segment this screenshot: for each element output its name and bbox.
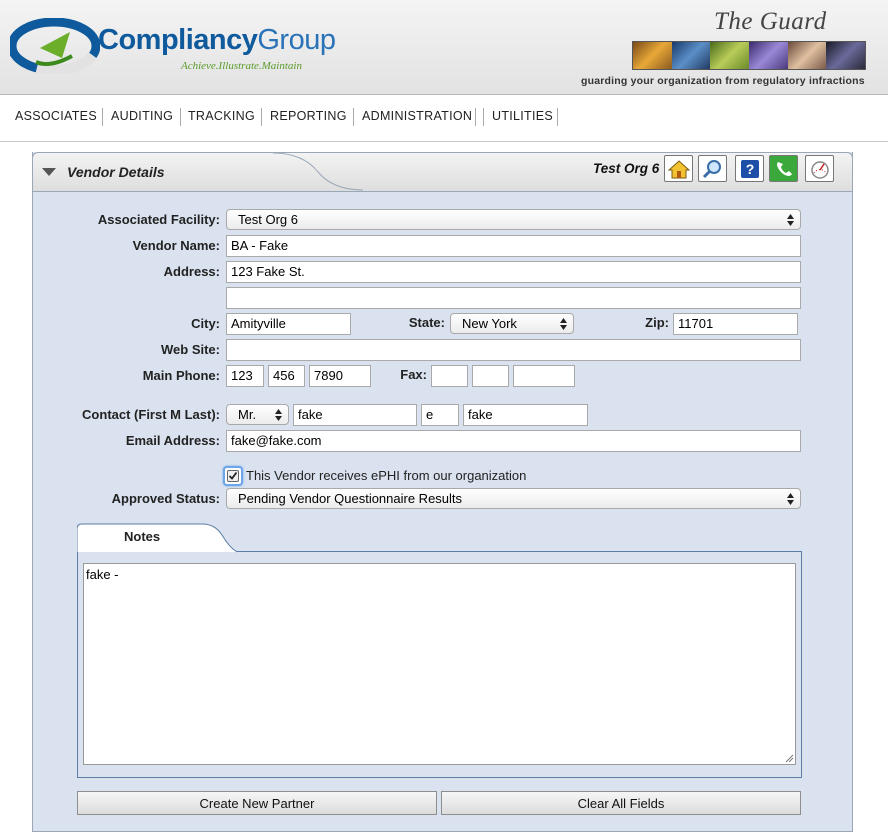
fax-prefix-input[interactable]: [472, 365, 509, 387]
resize-grip-icon[interactable]: [785, 754, 794, 763]
notes-textarea[interactable]: fake -: [83, 563, 796, 765]
website-input[interactable]: [226, 339, 801, 361]
svg-text:?: ?: [745, 161, 754, 177]
website-label: Web Site:: [161, 342, 220, 357]
ephi-checkbox-box: [227, 470, 239, 482]
phone-line-input[interactable]: 7890: [309, 365, 371, 387]
nav-divider: [180, 108, 181, 126]
home-button[interactable]: [664, 155, 693, 182]
strip-image-3: [710, 42, 750, 69]
nav-item-reporting[interactable]: REPORTING: [270, 109, 347, 123]
dashboard-button[interactable]: [805, 155, 834, 182]
ephi-checkbox-label: This Vendor receives ePHI from our organ…: [246, 468, 527, 483]
approved-status-select[interactable]: Pending Vendor Questionnaire Results: [226, 488, 801, 509]
email-input[interactable]: fake@fake.com: [226, 430, 801, 452]
approved-status-label: Approved Status:: [111, 491, 220, 506]
main-nav: ASSOCIATES AUDITING TRACKING REPORTING A…: [0, 96, 888, 142]
select-arrows-icon: [560, 318, 567, 330]
clear-all-fields-button[interactable]: Clear All Fields: [441, 791, 801, 815]
zip-label: Zip:: [645, 315, 669, 330]
nav-item-associates[interactable]: ASSOCIATES: [15, 109, 97, 123]
phone-prefix-input[interactable]: 456: [268, 365, 305, 387]
compliancy-logo-icon: [10, 18, 100, 74]
fax-area-input[interactable]: [431, 365, 468, 387]
contact-title-value: Mr.: [238, 407, 257, 422]
help-button[interactable]: ?: [735, 155, 764, 182]
address-line2-input[interactable]: [226, 287, 801, 309]
ephi-checkbox[interactable]: [223, 466, 243, 486]
select-arrows-icon: [787, 493, 794, 505]
state-select-value: New York: [462, 316, 517, 331]
zip-input[interactable]: 11701: [673, 313, 798, 335]
strip-image-6: [826, 42, 866, 69]
main-phone-label: Main Phone:: [142, 368, 220, 383]
state-label: State:: [408, 315, 445, 330]
city-input[interactable]: Amityville: [226, 313, 351, 335]
brand-tagline: Achieve.Illustrate.Maintain: [181, 60, 302, 72]
fax-label: Fax:: [400, 367, 427, 382]
panel-header: Vendor Details Test Org 6 ?: [32, 152, 853, 192]
facility-select[interactable]: Test Org 6: [226, 209, 801, 230]
phone-icon: [776, 161, 792, 176]
product-tagline: guarding your organization from regulato…: [581, 75, 865, 87]
strip-image-1: [633, 42, 672, 69]
contact-middle-initial-input[interactable]: e: [421, 404, 459, 426]
brand-name: CompliancyGroup: [98, 24, 336, 57]
state-select[interactable]: New York: [450, 313, 574, 334]
facility-select-value: Test Org 6: [238, 212, 298, 227]
search-icon: [702, 159, 721, 178]
strip-image-5: [787, 42, 827, 69]
help-icon: ?: [740, 159, 759, 178]
nav-divider: [475, 108, 476, 126]
nav-item-utilities[interactable]: UTILITIES: [492, 109, 553, 123]
nav-divider: [353, 108, 354, 126]
city-label: City:: [191, 316, 220, 331]
nav-divider: [102, 108, 103, 126]
search-button[interactable]: [698, 155, 727, 182]
strip-image-2: [671, 42, 711, 69]
phone-button[interactable]: [769, 155, 798, 182]
strip-image-4: [749, 42, 788, 69]
contact-last-name-input[interactable]: fake: [463, 404, 588, 426]
phone-area-input[interactable]: 123: [226, 365, 264, 387]
checkmark-icon: [228, 471, 238, 480]
notes-tab-label: Notes: [124, 529, 161, 544]
create-new-partner-button[interactable]: Create New Partner: [77, 791, 437, 815]
nav-divider: [557, 108, 558, 126]
contact-title-select[interactable]: Mr.: [226, 404, 289, 425]
facility-label: Associated Facility:: [97, 212, 220, 227]
brand-name-part1: Compliancy: [98, 24, 258, 56]
panel-org-name: Test Org 6: [593, 161, 660, 176]
nav-divider: [483, 108, 484, 126]
collapse-arrow-icon[interactable]: [42, 168, 56, 176]
brand-name-part2: Group: [257, 24, 336, 56]
approved-status-value: Pending Vendor Questionnaire Results: [238, 491, 463, 506]
app-header: CompliancyGroup Achieve.Illustrate.Maint…: [0, 0, 888, 95]
email-label: Email Address:: [125, 433, 220, 448]
vendor-name-input[interactable]: BA - Fake: [226, 235, 801, 257]
contact-label: Contact (First M Last):: [82, 407, 220, 422]
select-arrows-icon: [275, 409, 282, 421]
nav-item-administration[interactable]: ADMINISTRATION: [362, 109, 472, 123]
select-arrows-icon: [787, 214, 794, 226]
fax-line-input[interactable]: [513, 365, 575, 387]
product-title: The Guard: [714, 8, 827, 35]
address-label: Address:: [163, 264, 220, 279]
panel-title: Vendor Details: [67, 164, 165, 180]
nav-item-auditing[interactable]: AUDITING: [111, 109, 173, 123]
gauge-icon: [810, 160, 829, 179]
nav-divider: [261, 108, 262, 126]
vendor-name-label: Vendor Name:: [132, 238, 220, 253]
panel-tab-edge: [273, 152, 363, 191]
product-image-strip: [632, 41, 866, 70]
home-icon: [667, 159, 690, 178]
contact-first-name-input[interactable]: fake: [293, 404, 417, 426]
nav-item-tracking[interactable]: TRACKING: [188, 109, 255, 123]
address-line1-input[interactable]: 123 Fake St.: [226, 261, 801, 283]
